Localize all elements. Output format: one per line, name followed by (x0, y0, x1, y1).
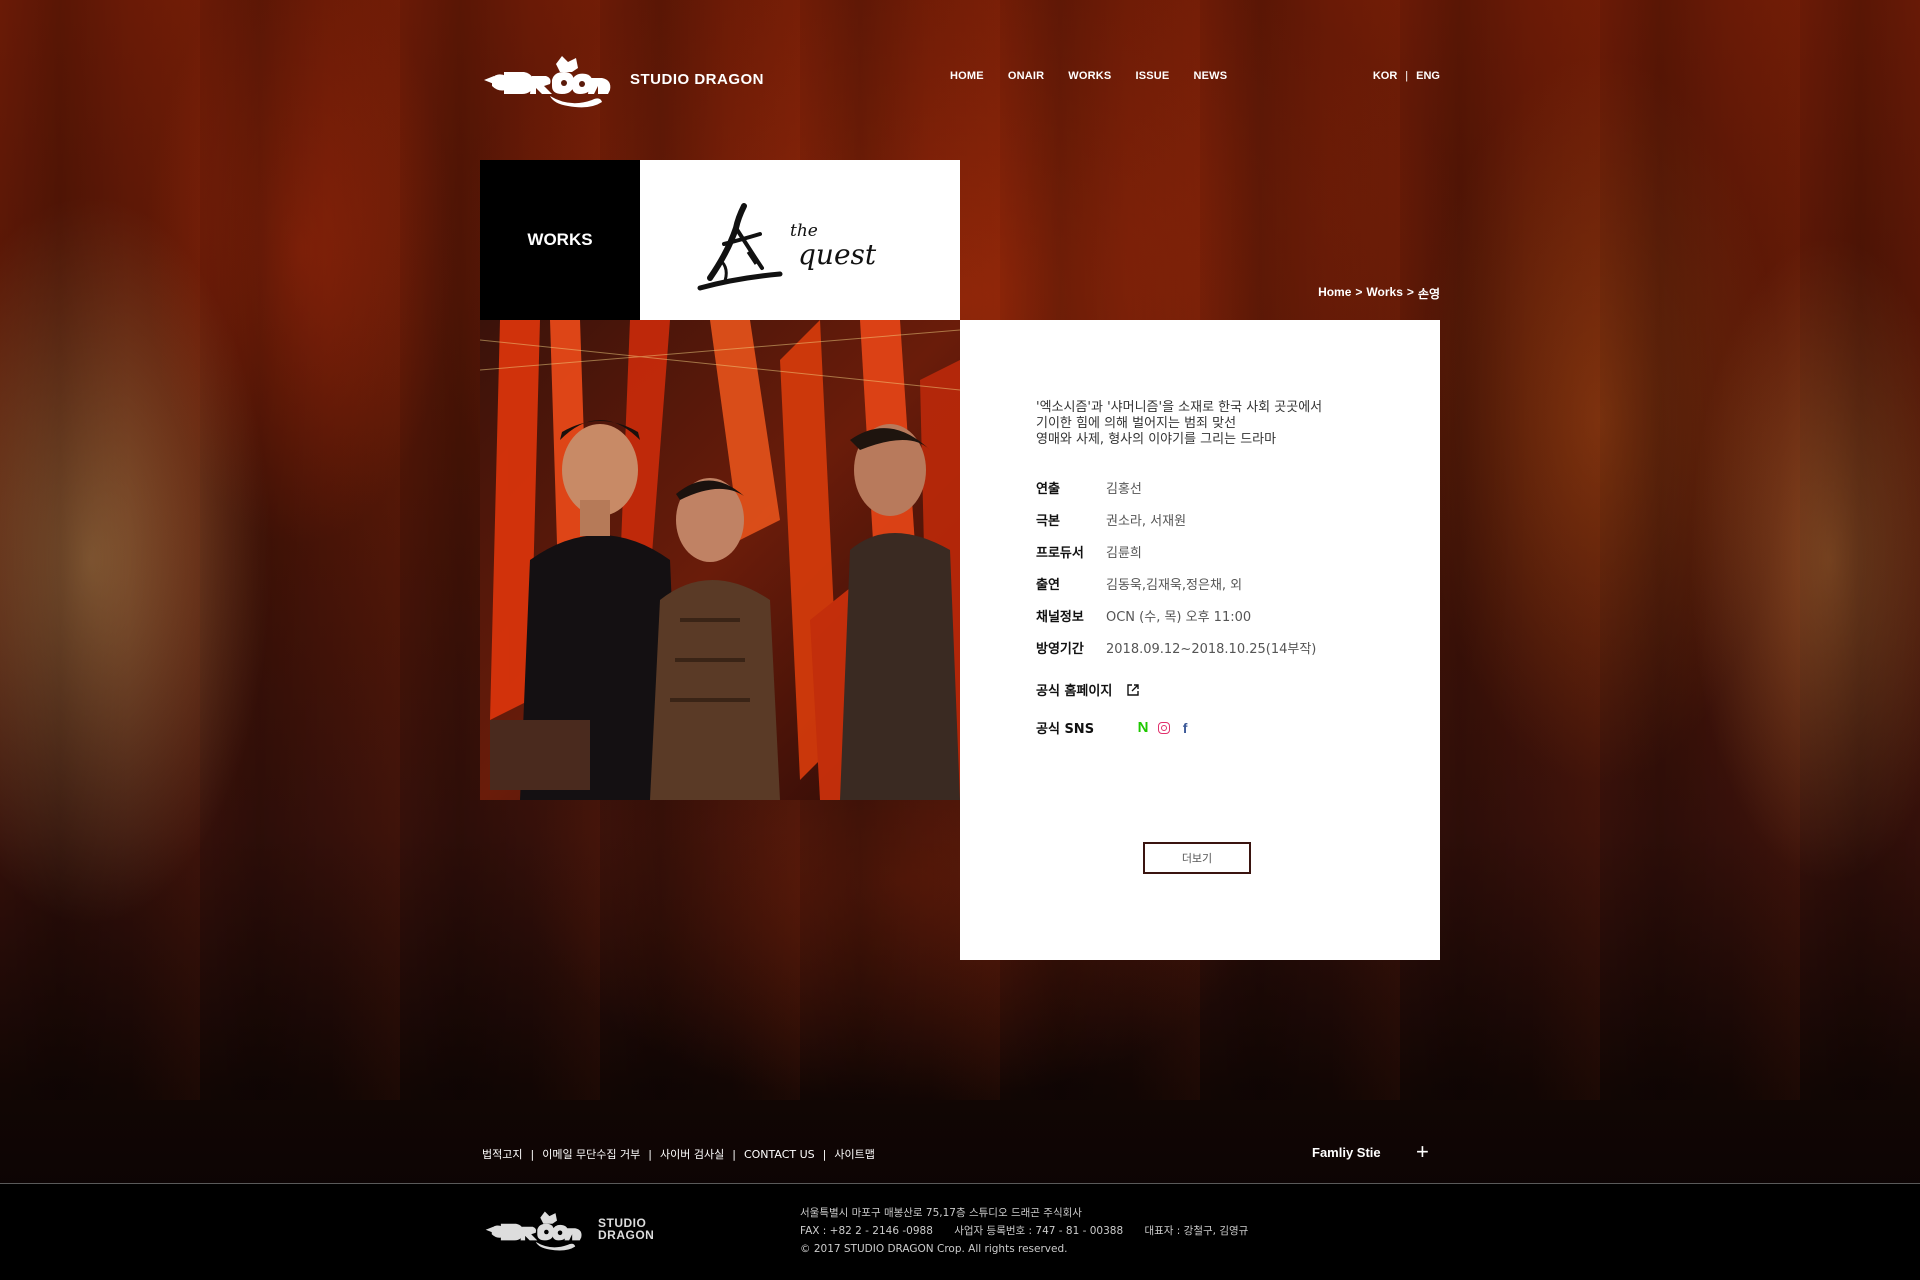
footer-link-legal[interactable]: 법적고지 (482, 1146, 522, 1162)
official-homepage-link[interactable]: 공식 홈페이지 (1036, 680, 1140, 699)
family-site-label[interactable]: Famliy Stie (1312, 1145, 1381, 1160)
credits-list: 연출 김홍선 극본 권소라, 서재원 프로듀서 김륜희 출연 김동욱,김재욱,정… (1036, 478, 1316, 670)
credit-key: 방영기간 (1036, 642, 1084, 657)
credit-value: 김홍선 (1106, 482, 1142, 497)
credit-key: 극본 (1036, 514, 1060, 529)
svg-text:quest: quest (798, 238, 877, 271)
footer-sep: | (822, 1147, 827, 1161)
breadcrumb-current: 손영 (1417, 287, 1440, 301)
credit-row-director: 연출 김홍선 (1036, 478, 1316, 510)
credit-value: 김륜희 (1106, 546, 1142, 561)
company-address: 서울특별시 마포구 매봉산로 75,17층 스튜디오 드래곤 주식회사 (800, 1207, 1082, 1219)
breadcrumb-sep: > (1406, 285, 1414, 299)
company-fax: FAX : +82 2 - 2146 -0988 (800, 1225, 933, 1237)
company-biz-number: 사업자 등록번호 : 747 - 81 - 00388 (954, 1225, 1124, 1237)
footer-link-email-policy[interactable]: 이메일 무단수집 거부 (542, 1146, 640, 1162)
dragon-logo-icon (484, 56, 611, 108)
nav-onair[interactable]: ONAIR (1008, 70, 1044, 82)
instagram-icon[interactable] (1158, 721, 1171, 734)
works-label-box: WORKS (480, 160, 640, 320)
copyright: © 2017 STUDIO DRAGON Crop. All rights re… (800, 1243, 1068, 1255)
footer-link-contact[interactable]: CONTACT US (744, 1148, 815, 1161)
family-site-plus-icon[interactable]: + (1416, 1141, 1429, 1163)
lang-eng[interactable]: ENG (1416, 70, 1440, 82)
credit-key: 출연 (1036, 578, 1060, 593)
brand-text: STUDIO DRAGON (630, 70, 764, 88)
nav-issue[interactable]: ISSUE (1135, 70, 1169, 82)
synopsis: '엑소시즘'과 '샤머니즘'을 소재로 한국 사회 곳곳에서 기이한 힘에 의해… (1036, 400, 1396, 448)
show-title-logo: the quest (640, 160, 960, 320)
credit-value: 김동욱,김재욱,정은채, 외 (1106, 578, 1243, 593)
credit-row-writer: 극본 권소라, 서재원 (1036, 510, 1316, 542)
credit-row-cast: 출연 김동욱,김재욱,정은채, 외 (1036, 574, 1316, 606)
footer-sep: | (732, 1147, 736, 1161)
official-sns: 공식 SNS N f (1036, 718, 1192, 737)
lang-separator: | (1405, 70, 1409, 82)
sns-icons: N f (1136, 719, 1192, 736)
sns-label: 공식 SNS (1036, 722, 1095, 737)
synopsis-line: 영매와 사제, 형사의 이야기를 그리는 드라마 (1036, 432, 1277, 447)
external-link-icon[interactable] (1126, 683, 1140, 697)
credit-value: 2018.09.12~2018.10.25(14부작) (1106, 642, 1317, 657)
naver-icon[interactable]: N (1136, 719, 1150, 736)
main-nav: HOME ONAIR WORKS ISSUE NEWS (950, 70, 1251, 82)
credit-key: 프로듀서 (1036, 546, 1084, 561)
company-contact-line: FAX : +82 2 - 2146 -0988 사업자 등록번호 : 747 … (800, 1222, 1266, 1240)
show-poster-image (480, 320, 960, 800)
language-switch: KOR | ENG (1373, 70, 1440, 82)
credit-key: 연출 (1036, 482, 1060, 497)
company-info: 서울특별시 마포구 매봉산로 75,17층 스튜디오 드래곤 주식회사 FAX … (800, 1204, 1266, 1258)
footer-link-sitemap[interactable]: 사이트맵 (834, 1146, 874, 1162)
credit-row-channel: 채널정보 OCN (수, 목) 오후 11:00 (1036, 606, 1316, 638)
breadcrumb-home[interactable]: Home (1318, 285, 1351, 302)
footer-sep: | (530, 1147, 535, 1161)
studio-dragon-logo[interactable]: STUDIO DRAGON (480, 50, 764, 108)
dragon-logo-icon (485, 1211, 582, 1251)
credit-row-producer: 프로듀서 김륜희 (1036, 542, 1316, 574)
footer-brand-text: STUDIO DRAGON (598, 1217, 654, 1241)
credit-value: OCN (수, 목) 오후 11:00 (1106, 610, 1252, 625)
credit-value: 권소라, 서재원 (1106, 514, 1187, 529)
synopsis-line: '엑소시즘'과 '샤머니즘'을 소재로 한국 사회 곳곳에서 (1036, 400, 1323, 415)
the-quest-calligraphy-icon: the quest (697, 203, 877, 291)
footer-sep: | (648, 1147, 652, 1161)
poster-artwork (480, 320, 960, 800)
nav-home[interactable]: HOME (950, 70, 984, 82)
footer-logo[interactable]: STUDIO DRAGON (480, 1207, 654, 1251)
show-info-panel: '엑소시즘'과 '샤머니즘'을 소재로 한국 사회 곳곳에서 기이한 힘에 의해… (960, 320, 1440, 960)
breadcrumb-works[interactable]: Works (1366, 285, 1402, 302)
more-button[interactable]: 더보기 (1143, 842, 1251, 874)
facebook-icon[interactable]: f (1178, 720, 1192, 736)
footer-brand-line: DRAGON (598, 1228, 655, 1242)
footer-links: 법적고지 | 이메일 무단수집 거부 | 사이버 검사실 | CONTACT U… (482, 1146, 875, 1162)
nav-news[interactable]: NEWS (1193, 70, 1227, 82)
company-ceo: 대표자 : 강철구, 김영규 (1144, 1225, 1249, 1237)
credit-key: 채널정보 (1036, 610, 1084, 625)
synopsis-line: 기이한 힘에 의해 벌어지는 범죄 맞선 (1036, 416, 1237, 431)
works-label: WORKS (527, 230, 593, 249)
credit-row-airdates: 방영기간 2018.09.12~2018.10.25(14부작) (1036, 638, 1316, 670)
homepage-label: 공식 홈페이지 (1036, 684, 1113, 699)
footer-link-cyber-audit[interactable]: 사이버 검사실 (660, 1146, 724, 1162)
lang-kor[interactable]: KOR (1373, 70, 1397, 82)
breadcrumb-sep: > (1355, 285, 1363, 299)
nav-works[interactable]: WORKS (1068, 70, 1111, 82)
breadcrumb: Home > Works > 손영 (1318, 285, 1440, 302)
